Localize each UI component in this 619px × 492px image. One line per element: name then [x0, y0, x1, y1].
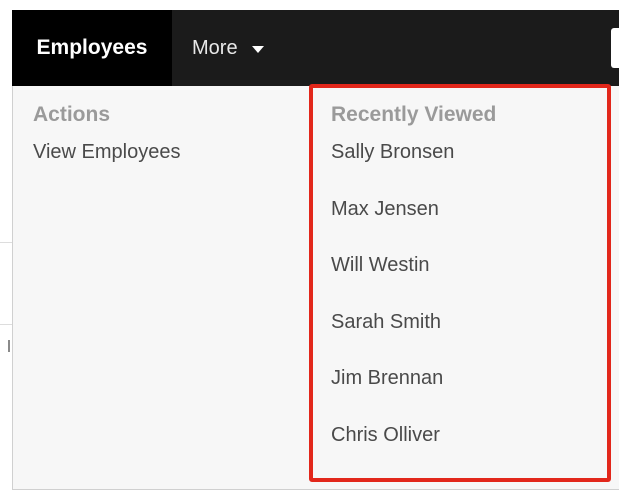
caret-down-icon — [251, 46, 264, 53]
employees-dropdown-menu: Actions View Employees Recently Viewed S… — [12, 84, 619, 490]
recently-viewed-list: Sally Bronsen Max Jensen Will Westin Sar… — [331, 132, 601, 471]
tab-employees[interactable]: Employees — [12, 10, 172, 86]
actions-list: View Employees — [33, 132, 303, 172]
page-edge-mark — [8, 340, 10, 352]
recent-item-sarah-smith[interactable]: Sarah Smith — [331, 302, 601, 359]
recently-viewed-column: Recently Viewed Sally Bronsen Max Jensen… — [331, 86, 601, 471]
page-divider — [0, 242, 12, 243]
top-navbar: Employees More — [12, 10, 619, 86]
recent-item-will-westin[interactable]: Will Westin — [331, 245, 601, 302]
recent-item-chris-olliver[interactable]: Chris Olliver — [331, 415, 601, 472]
menu-item-view-employees[interactable]: View Employees — [33, 132, 303, 172]
tab-more[interactable]: More — [192, 10, 264, 86]
recent-item-sally-bronsen[interactable]: Sally Bronsen — [331, 132, 601, 189]
dropdown-bottom-border — [12, 489, 619, 490]
recent-item-max-jensen[interactable]: Max Jensen — [331, 189, 601, 246]
recent-item-jim-brennan[interactable]: Jim Brennan — [331, 358, 601, 415]
tab-more-label: More — [192, 37, 238, 59]
recently-viewed-heading: Recently Viewed — [331, 103, 497, 126]
page-divider — [0, 324, 12, 325]
actions-heading: Actions — [33, 103, 111, 126]
search-input[interactable] — [611, 28, 619, 68]
actions-column: Actions View Employees — [33, 86, 303, 172]
